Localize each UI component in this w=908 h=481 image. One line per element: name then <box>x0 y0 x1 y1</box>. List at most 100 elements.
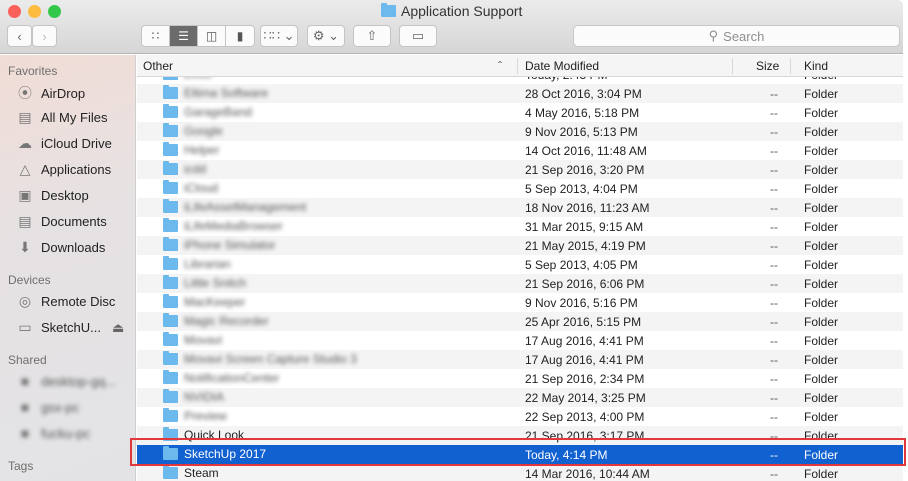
date-cell: 5 Sep 2013, 4:05 PM <box>525 258 638 272</box>
view-mode-control: ∷ ☰ ◫ ▮ <box>141 25 255 47</box>
zoom-button[interactable] <box>48 5 61 18</box>
sidebar-item-remote-disc[interactable]: ◎ Remote Disc <box>16 293 116 310</box>
date-cell: 22 May 2014, 3:25 PM <box>525 391 646 405</box>
column-date[interactable]: Date Modified <box>525 59 599 73</box>
kind-cell: Folder <box>804 372 839 386</box>
file-name: NVIDIA <box>184 390 225 404</box>
tag-button[interactable]: ▭ <box>399 25 437 47</box>
column-kind[interactable]: Kind <box>804 59 828 73</box>
table-row[interactable]: Little Snitch 21 Sep 2016, 6:06 PM -- Fo… <box>137 274 903 293</box>
table-row[interactable]: Movavi 17 Aug 2016, 4:41 PM -- Folder <box>137 331 903 350</box>
sidebar-item-all-my-files[interactable]: ▤ All My Files <box>16 109 107 126</box>
kind-cell: Folder <box>804 277 839 291</box>
window-title: Application Support <box>381 3 522 19</box>
sidebar-item-label: fucku-pc <box>41 425 91 441</box>
date-cell: 17 Aug 2016, 4:41 PM <box>525 334 644 348</box>
table-row[interactable]: iLifeMediaBrowser 31 Mar 2015, 9:15 AM -… <box>137 217 903 236</box>
folder-icon <box>163 275 178 289</box>
name-cell: NVIDIA <box>163 389 225 404</box>
date-cell: 9 Nov 2016, 5:16 PM <box>525 296 638 310</box>
sidebar-item-shared-1[interactable]: ■ desktop-gq... <box>16 373 116 389</box>
folder-icon <box>163 180 178 194</box>
sidebar-item-airdrop[interactable]: ⦿ AirDrop <box>16 83 85 103</box>
table-row[interactable]: NVIDIA 22 May 2014, 3:25 PM -- Folder <box>137 388 903 407</box>
close-button[interactable] <box>8 5 21 18</box>
minimize-button[interactable] <box>28 5 41 18</box>
file-name: Magic Recorder <box>184 314 269 328</box>
size-cell: -- <box>770 220 778 234</box>
kind-cell: Folder <box>804 296 839 310</box>
sidebar-item-sketchup-volume[interactable]: ▭ SketchU... ⏏ <box>16 319 124 336</box>
table-row[interactable]: Google 9 Nov 2016, 5:13 PM -- Folder <box>137 122 903 141</box>
folder-icon <box>163 465 178 479</box>
table-row[interactable]: MacKeeper 9 Nov 2016, 5:16 PM -- Folder <box>137 293 903 312</box>
date-cell: 14 Mar 2016, 10:44 AM <box>525 467 650 481</box>
action-gear-button[interactable]: ⚙ ⌄ <box>307 25 345 47</box>
size-cell: -- <box>770 87 778 101</box>
date-cell: 17 Aug 2016, 4:41 PM <box>525 353 644 367</box>
arrange-button[interactable]: ∷∷ ⌄ <box>260 25 298 47</box>
folder-icon <box>163 142 178 156</box>
table-row[interactable]: Helper 14 Oct 2016, 11:48 AM -- Folder <box>137 141 903 160</box>
date-cell: 25 Apr 2016, 5:15 PM <box>525 315 642 329</box>
table-row[interactable]: icdd 21 Sep 2016, 3:20 PM -- Folder <box>137 160 903 179</box>
table-row[interactable]: Librarian 5 Sep 2013, 4:05 PM -- Folder <box>137 255 903 274</box>
date-cell: 18 Nov 2016, 11:23 AM <box>525 201 650 215</box>
table-row[interactable]: iCloud 5 Sep 2013, 4:04 PM -- Folder <box>137 179 903 198</box>
forward-button[interactable]: › <box>32 25 57 47</box>
date-cell: Today, 2:43 PM <box>525 77 608 82</box>
sidebar-item-desktop[interactable]: ▣ Desktop <box>16 187 88 204</box>
sidebar-item-downloads[interactable]: ⬇ Downloads <box>16 239 105 256</box>
size-cell: -- <box>770 277 778 291</box>
toolbar: Application Support ‹ › ∷ ☰ ◫ ▮ ∷∷ ⌄ ⚙ ⌄… <box>0 0 903 54</box>
sidebar-item-applications[interactable]: △ Applications <box>16 161 112 178</box>
table-row[interactable]: GarageBand 4 May 2016, 5:18 PM -- Folder <box>137 103 903 122</box>
table-row[interactable]: iPhone Simulator 21 May 2015, 4:19 PM --… <box>137 236 903 255</box>
date-cell: 5 Sep 2013, 4:04 PM <box>525 182 638 196</box>
file-name: MacKeeper <box>184 295 246 309</box>
table-row[interactable]: Eltima Software 28 Oct 2016, 3:04 PM -- … <box>137 84 903 103</box>
folder-icon <box>163 294 178 308</box>
table-row[interactable]: Dock Today, 2:43 PM -- Folder <box>137 77 903 84</box>
sidebar-item-icloud-drive[interactable]: ☁ iCloud Drive <box>16 135 112 152</box>
column-view-button[interactable]: ◫ <box>198 26 226 46</box>
table-row[interactable]: Magic Recorder 25 Apr 2016, 5:15 PM -- F… <box>137 312 903 331</box>
column-size[interactable]: Size <box>756 59 779 73</box>
name-cell: Movavi Screen Capture Studio 3 <box>163 351 357 366</box>
sidebar-item-shared-3[interactable]: ■ fucku-pc <box>16 425 90 441</box>
size-cell: -- <box>770 106 778 120</box>
folder-icon <box>163 199 178 213</box>
table-row[interactable]: iLifeAssetManagement 18 Nov 2016, 11:23 … <box>137 198 903 217</box>
size-cell: -- <box>757 77 778 82</box>
folder-icon <box>163 161 178 175</box>
sort-chevron-icon: ˆ <box>498 59 502 73</box>
cloud-icon: ☁ <box>18 135 32 151</box>
name-cell: NotificationCenter <box>163 370 279 385</box>
file-name: icdd <box>184 162 207 176</box>
disc-icon: ◎ <box>18 293 32 309</box>
column-name[interactable]: Other <box>143 59 173 73</box>
share-button[interactable]: ⇧ <box>353 25 391 47</box>
name-cell: Movavi <box>163 332 222 347</box>
search-field[interactable]: ⚲ Search <box>573 25 900 47</box>
name-cell: iCloud <box>163 180 218 195</box>
folder-icon <box>163 77 178 80</box>
back-button[interactable]: ‹ <box>7 25 32 47</box>
date-cell: 22 Sep 2013, 4:00 PM <box>525 410 645 424</box>
sidebar-item-label: All My Files <box>41 110 108 125</box>
cover-flow-button[interactable]: ▮ <box>226 26 254 46</box>
table-row[interactable]: Steam 14 Mar 2016, 10:44 AM -- Folder <box>137 464 903 481</box>
kind-cell: Folder <box>804 467 839 481</box>
name-cell: Helper <box>163 142 219 157</box>
sidebar-item-documents[interactable]: ▤ Documents <box>16 213 106 230</box>
table-row[interactable]: Preview 22 Sep 2013, 4:00 PM -- Folder <box>137 407 903 426</box>
table-row[interactable]: Movavi Screen Capture Studio 3 17 Aug 20… <box>137 350 903 369</box>
eject-icon[interactable]: ⏏ <box>112 320 124 336</box>
kind-cell: Folder <box>804 353 839 367</box>
folder-icon <box>163 218 178 232</box>
icon-view-button[interactable]: ∷ <box>142 26 170 46</box>
list-view-button[interactable]: ☰ <box>170 26 198 46</box>
table-row[interactable]: NotificationCenter 21 Sep 2016, 2:34 PM … <box>137 369 903 388</box>
size-cell: -- <box>770 391 778 405</box>
sidebar-item-shared-2[interactable]: ■ gsx-pc <box>16 399 80 415</box>
